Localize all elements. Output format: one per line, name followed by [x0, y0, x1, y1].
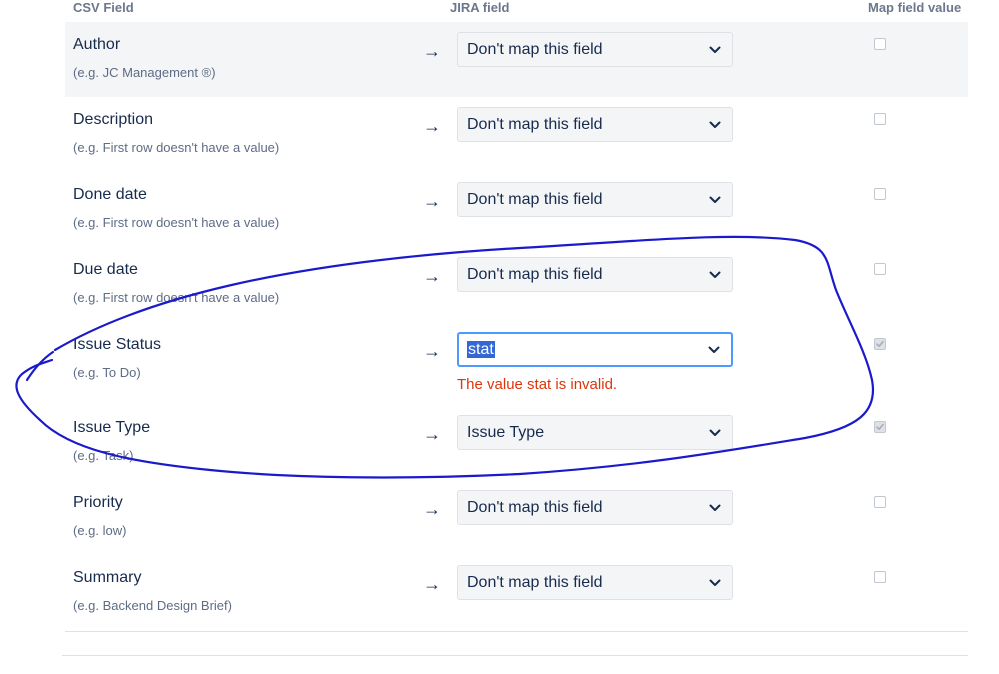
section-divider	[62, 655, 968, 656]
csv-field-example: (e.g. To Do)	[73, 365, 141, 380]
csv-field-name: Priority	[73, 494, 123, 511]
mapping-arrow: →	[423, 574, 441, 594]
csv-field-name: Due date	[73, 261, 138, 278]
csv-field-column-header: CSV Field	[73, 0, 134, 15]
map-field-value-checkbox[interactable]	[874, 338, 886, 350]
checkmark-icon	[876, 340, 884, 347]
mapping-arrow: →	[423, 424, 441, 444]
csv-field-example: (e.g. JC Management ®)	[73, 65, 216, 80]
mapping-arrow: →	[423, 41, 441, 61]
mapping-row-author: Author (e.g. JC Management ®) → Don't ma…	[65, 22, 968, 97]
chevron-down-icon	[708, 334, 722, 365]
mapping-row-due-date: Due date (e.g. First row doesn't have a …	[65, 247, 968, 322]
jira-field-selected-value: Don't map this field	[467, 116, 603, 133]
chevron-down-icon	[709, 258, 723, 291]
jira-field-selected-value: Don't map this field	[467, 191, 603, 208]
jira-field-select[interactable]: Issue Type	[457, 415, 733, 450]
jira-field-select[interactable]: Don't map this field	[457, 107, 733, 142]
jira-field-typed-value: stat	[467, 341, 495, 358]
table-header: CSV Field JIRA field Map field value	[0, 0, 999, 22]
chevron-down-icon	[709, 33, 723, 66]
mapping-row-issue-status: Issue Status (e.g. To Do) → stat The val…	[65, 322, 968, 405]
map-field-value-checkbox[interactable]	[874, 38, 886, 50]
jira-field-select[interactable]: Don't map this field	[457, 32, 733, 67]
map-field-value-checkbox[interactable]	[874, 113, 886, 125]
csv-field-name: Author	[73, 36, 121, 53]
map-field-value-column-header: Map field value	[868, 0, 962, 15]
validation-error-message: The value stat is invalid.	[457, 376, 618, 393]
csv-field-example: (e.g. Task)	[73, 448, 134, 463]
jira-field-select[interactable]: Don't map this field	[457, 490, 733, 525]
map-field-value-checkbox[interactable]	[874, 188, 886, 200]
mapping-row-issue-type: Issue Type (e.g. Task) → Issue Type	[65, 405, 968, 480]
jira-field-column-header: JIRA field	[450, 0, 510, 15]
mapping-arrow: →	[423, 116, 441, 136]
csv-field-example: (e.g. First row doesn't have a value)	[73, 215, 280, 230]
mapping-row-priority: Priority (e.g. low) → Don't map this fie…	[65, 480, 968, 555]
chevron-down-icon	[709, 416, 723, 449]
csv-field-mapping-page: CSV Field JIRA field Map field value Aut…	[0, 0, 999, 674]
jira-field-select[interactable]: Don't map this field	[457, 257, 733, 292]
mapping-arrow: →	[423, 266, 441, 286]
checkmark-icon	[876, 423, 884, 430]
map-field-value-checkbox[interactable]	[874, 496, 886, 508]
jira-field-selected-value: Don't map this field	[467, 41, 603, 58]
map-field-value-checkbox[interactable]	[874, 421, 886, 433]
csv-field-name: Description	[73, 111, 154, 128]
mapping-arrow: →	[423, 341, 441, 361]
csv-field-example: (e.g. Backend Design Brief)	[73, 598, 232, 613]
csv-field-example: (e.g. low)	[73, 523, 127, 538]
mapping-arrow: →	[423, 499, 441, 519]
mapping-arrow: →	[423, 191, 441, 211]
jira-field-selected-value: Don't map this field	[467, 499, 603, 516]
map-field-value-checkbox[interactable]	[874, 571, 886, 583]
table-bottom-divider	[65, 631, 968, 632]
csv-field-example: (e.g. First row doesn't have a value)	[73, 290, 280, 305]
csv-field-name: Issue Status	[73, 336, 162, 353]
mapping-row-done-date: Done date (e.g. First row doesn't have a…	[65, 172, 968, 247]
jira-field-selected-value: Don't map this field	[467, 266, 603, 283]
csv-field-name: Summary	[73, 569, 142, 586]
jira-field-select[interactable]: Don't map this field	[457, 182, 733, 217]
jira-field-selected-value: Issue Type	[467, 424, 545, 441]
csv-field-example: (e.g. First row doesn't have a value)	[73, 140, 280, 155]
chevron-down-icon	[709, 183, 723, 216]
chevron-down-icon	[709, 491, 723, 524]
jira-field-selected-value: Don't map this field	[467, 574, 603, 591]
jira-field-select-input[interactable]: stat	[457, 332, 733, 367]
map-field-value-checkbox[interactable]	[874, 263, 886, 275]
csv-field-name: Done date	[73, 186, 147, 203]
chevron-down-icon	[709, 108, 723, 141]
csv-field-name: Issue Type	[73, 419, 151, 436]
mapping-row-summary: Summary (e.g. Backend Design Brief) → Do…	[65, 555, 968, 630]
mapping-row-description: Description (e.g. First row doesn't have…	[65, 97, 968, 172]
chevron-down-icon	[709, 566, 723, 599]
jira-field-select[interactable]: Don't map this field	[457, 565, 733, 600]
